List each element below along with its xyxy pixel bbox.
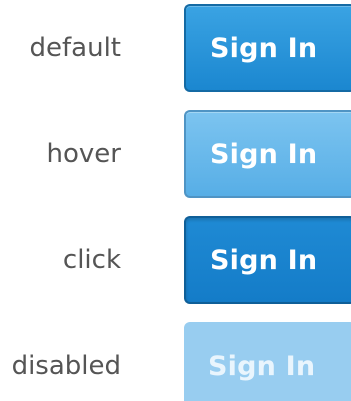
state-label-click: click <box>62 245 121 275</box>
sign-in-button-hover[interactable]: Sign In <box>184 110 351 198</box>
sign-in-button-default[interactable]: Sign In <box>184 4 351 92</box>
state-label-disabled: disabled <box>11 351 121 381</box>
state-label-hover: hover <box>46 139 121 169</box>
sign-in-button-click[interactable]: Sign In <box>184 216 351 304</box>
state-row-disabled: disabled Sign In <box>0 322 351 401</box>
state-row-click: click Sign In <box>0 216 351 304</box>
state-label-default: default <box>29 33 121 63</box>
state-row-hover: hover Sign In <box>0 110 351 198</box>
state-row-default: default Sign In <box>0 4 351 92</box>
sign-in-button-disabled: Sign In <box>184 322 351 401</box>
